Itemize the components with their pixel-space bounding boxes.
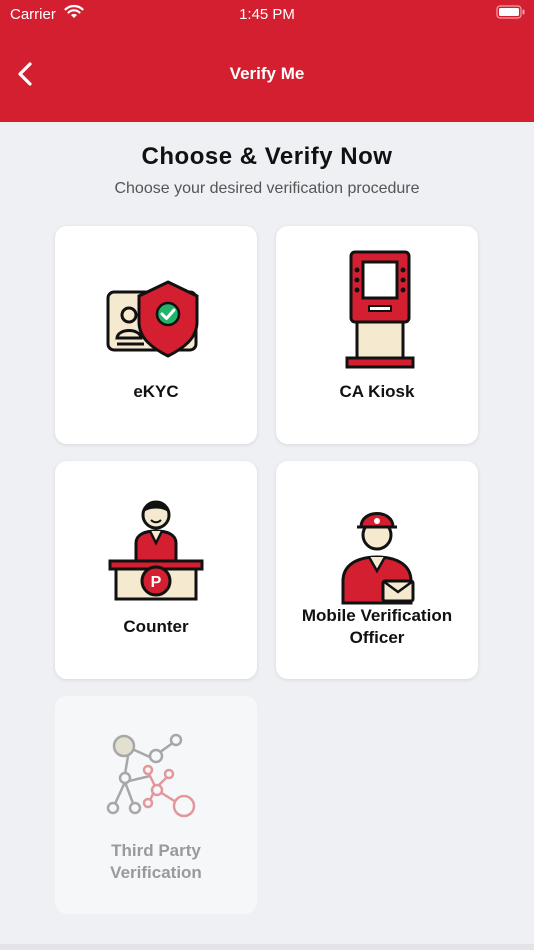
option-card-mobile-verification-officer[interactable]: Mobile Verification Officer bbox=[276, 461, 478, 679]
option-card-ca-kiosk[interactable]: CA Kiosk bbox=[276, 226, 478, 444]
option-card-counter[interactable]: P Counter bbox=[55, 461, 257, 679]
delivery-officer-icon bbox=[276, 485, 478, 610]
id-card-shield-icon bbox=[55, 250, 257, 375]
network-nodes-icon bbox=[55, 726, 257, 831]
battery-icon bbox=[496, 5, 526, 23]
svg-text:P: P bbox=[151, 574, 162, 591]
page-title: Choose & Verify Now bbox=[141, 143, 393, 170]
nav-title: Verify Me bbox=[229, 64, 305, 83]
status-bar: Carrier 1:45 PM bbox=[0, 0, 534, 28]
app-header: Carrier 1:45 PM Verify Me bbox=[0, 0, 534, 122]
home-indicator-bar bbox=[0, 944, 534, 950]
option-label: Counter bbox=[123, 617, 189, 636]
clock: 1:45 PM bbox=[239, 6, 295, 23]
nav-bar: Verify Me bbox=[0, 50, 534, 98]
option-label: Mobile Verification Officer bbox=[301, 606, 453, 647]
kiosk-icon bbox=[276, 250, 478, 375]
option-card-ekyc[interactable]: eKYC bbox=[55, 226, 257, 444]
option-label: eKYC bbox=[133, 382, 179, 401]
page-subtitle: Choose your desired verification procedu… bbox=[114, 180, 420, 197]
option-card-third-party-verification: Third Party Verification bbox=[55, 696, 257, 914]
counter-agent-icon: P bbox=[55, 485, 257, 610]
option-label: Third Party Verification bbox=[110, 841, 202, 882]
option-label: CA Kiosk bbox=[339, 382, 415, 401]
